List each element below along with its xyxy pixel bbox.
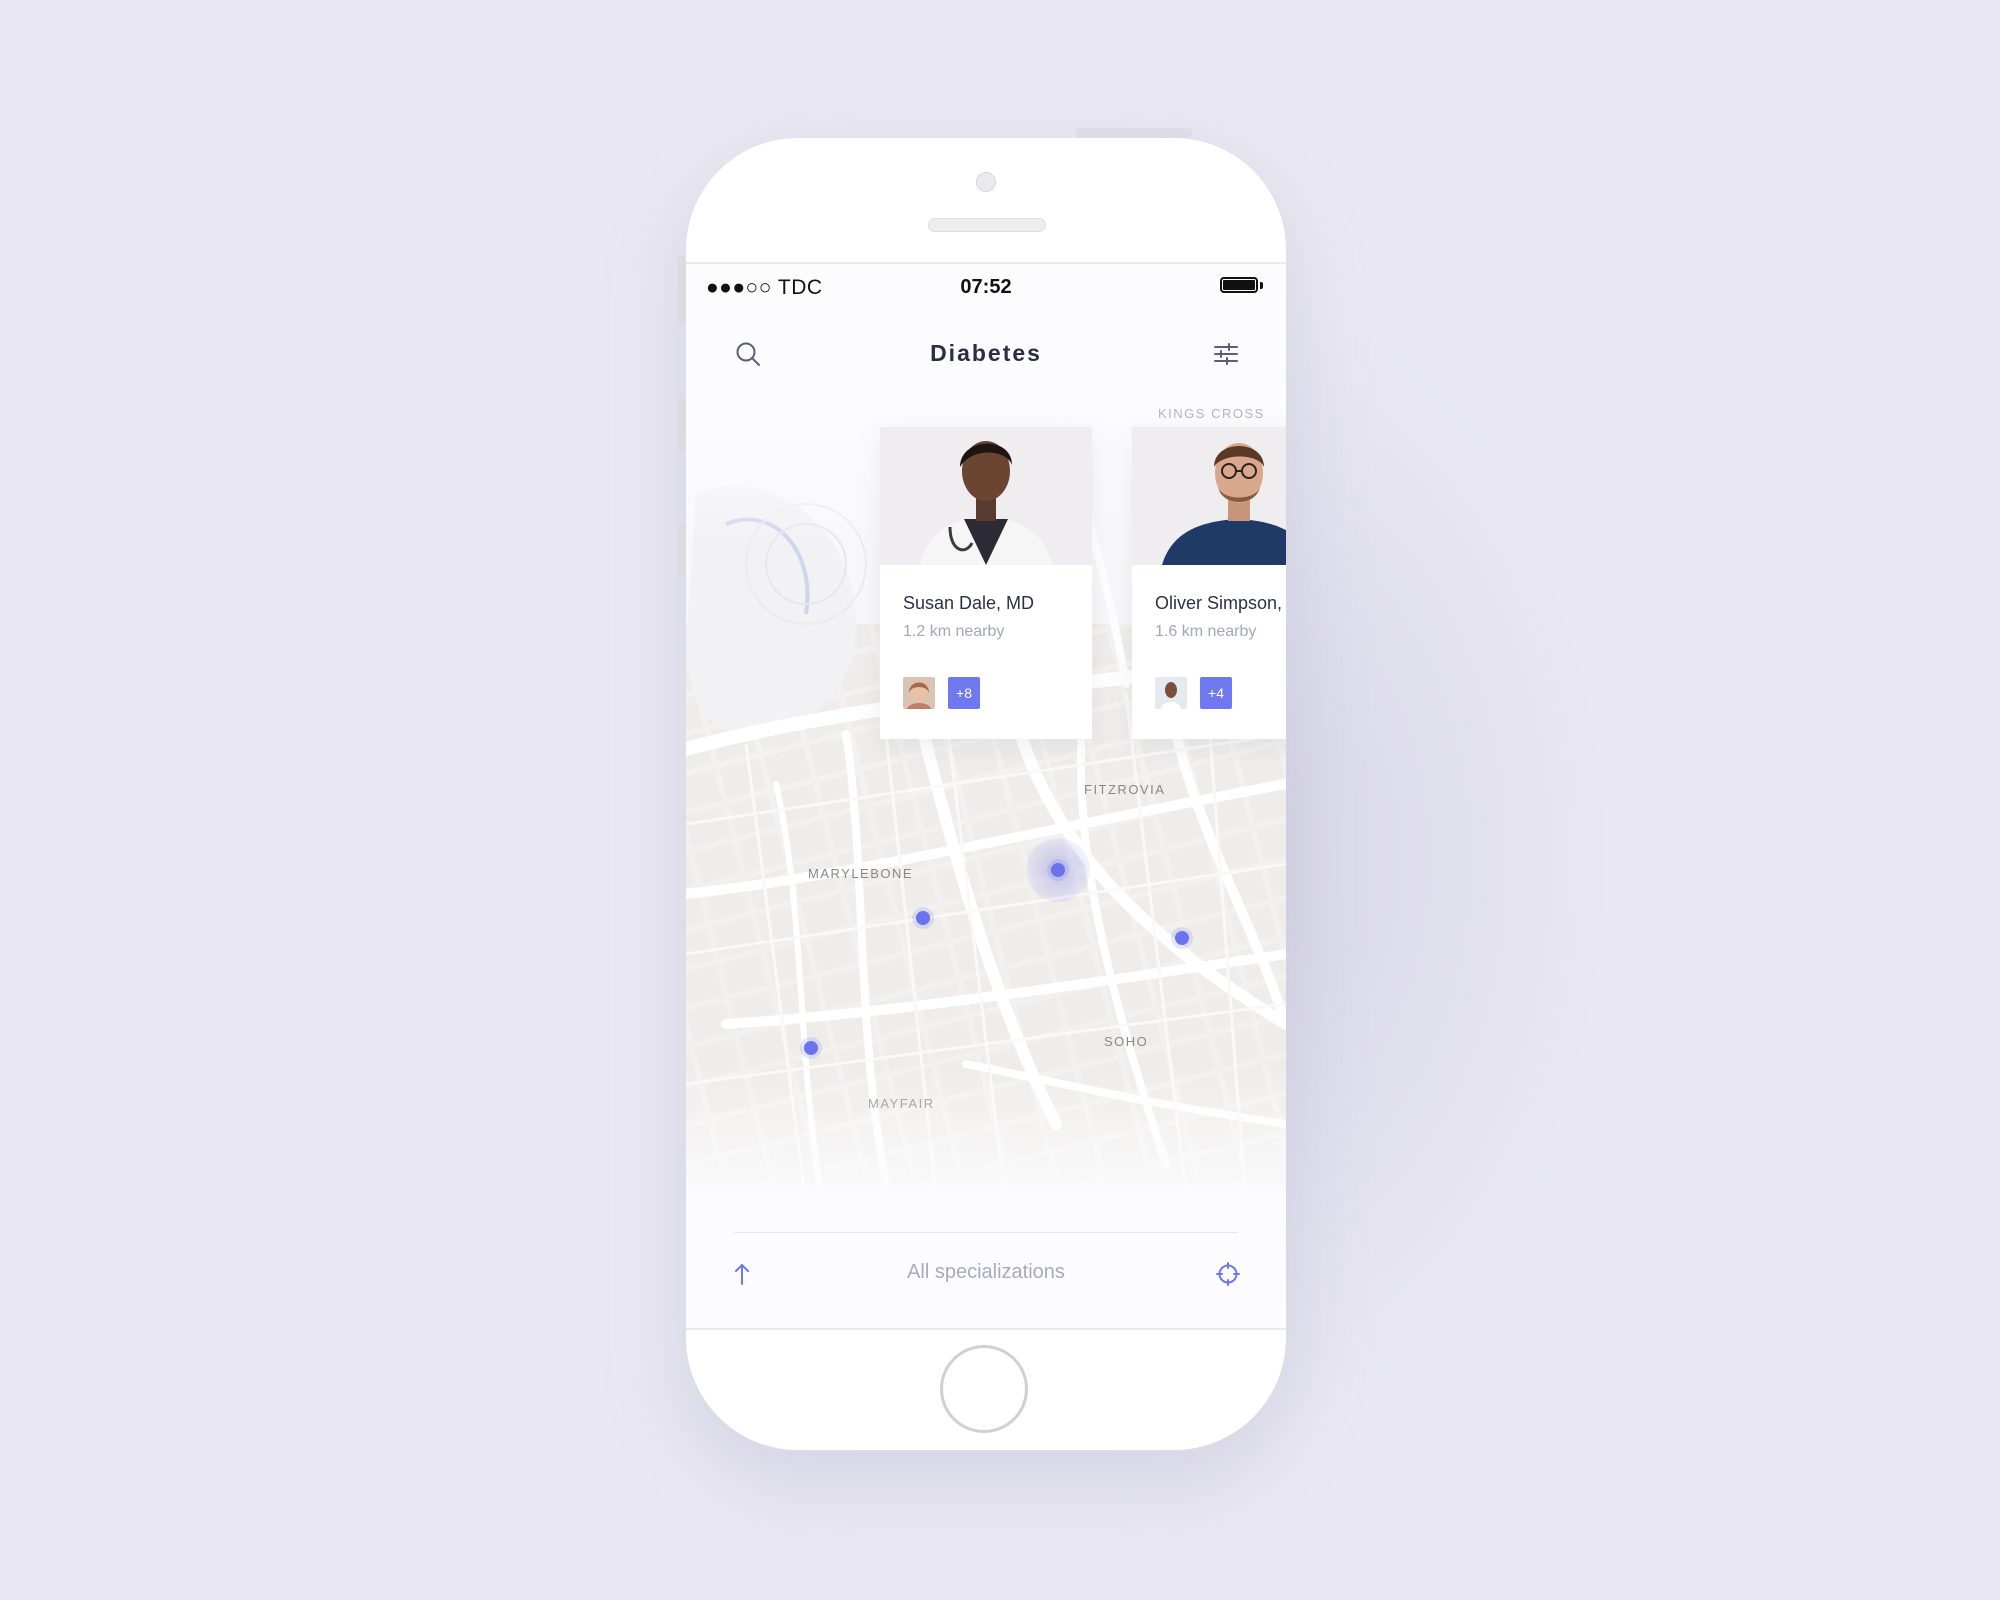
app-screen: KINGS CROSS FITZROVIA MARYLEBONE SOHO MA… xyxy=(686,262,1286,1330)
more-avatars-badge[interactable]: +4 xyxy=(1200,677,1232,709)
page-title: Diabetes xyxy=(930,340,1042,366)
earpiece-speaker xyxy=(928,218,1046,232)
map-pin[interactable] xyxy=(916,911,930,925)
map-label-fitzrovia: FITZROVIA xyxy=(1084,782,1166,797)
doctor-card[interactable]: Oliver Simpson, 1.6 km nearby +4 xyxy=(1132,427,1286,739)
status-time: 07:52 xyxy=(960,276,1012,298)
all-specializations-button[interactable]: All specializations xyxy=(686,1261,1286,1284)
doctor-distance: 1.6 km nearby xyxy=(1155,623,1257,640)
battery-icon xyxy=(1220,277,1258,293)
bottom-divider xyxy=(734,1232,1238,1233)
map-pin-selected[interactable] xyxy=(1051,863,1065,877)
avatar xyxy=(903,677,935,709)
status-bar: ●●●○○ TDC 07:52 xyxy=(686,264,1286,308)
doctor-name: Oliver Simpson, xyxy=(1155,593,1283,613)
power-button xyxy=(1076,128,1192,138)
volume-down-button xyxy=(678,522,686,576)
map-pin[interactable] xyxy=(804,1041,818,1055)
bottom-bar: All specializations xyxy=(686,1239,1286,1309)
locate-crosshair-icon[interactable] xyxy=(1206,1239,1250,1309)
mute-switch xyxy=(678,256,686,326)
map-label-mayfair: MAYFAIR xyxy=(868,1096,935,1111)
doctor-photo xyxy=(880,427,1092,565)
map-label-kings-cross: KINGS CROSS xyxy=(1158,406,1265,421)
front-camera xyxy=(976,172,996,192)
volume-up-button xyxy=(678,398,686,452)
home-button[interactable] xyxy=(940,1345,1028,1433)
doctor-card[interactable]: Susan Dale, MD 1.2 km nearby +8 xyxy=(880,427,1092,739)
map-pin[interactable] xyxy=(1175,931,1189,945)
avatar xyxy=(1155,677,1187,709)
more-avatars-badge[interactable]: +8 xyxy=(948,677,980,709)
filter-sliders-icon[interactable] xyxy=(1204,324,1248,384)
doctor-name: Susan Dale, MD xyxy=(903,593,1035,613)
nav-bar: Diabetes xyxy=(686,324,1286,384)
map-label-soho: SOHO xyxy=(1104,1034,1149,1049)
battery-tip xyxy=(1260,282,1263,289)
doctor-photo xyxy=(1132,427,1286,565)
doctor-distance: 1.2 km nearby xyxy=(903,623,1005,640)
map-label-marylebone: MARYLEBONE xyxy=(808,866,914,881)
